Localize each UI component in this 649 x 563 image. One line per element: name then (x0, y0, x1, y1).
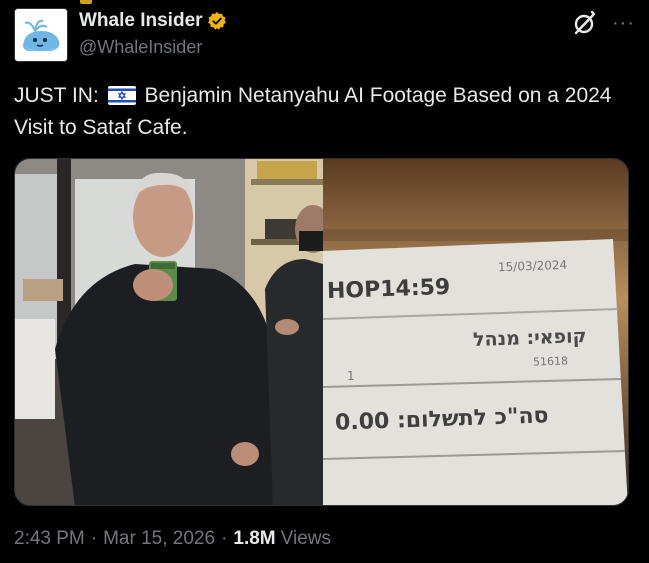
receipt-count: 1 (347, 369, 355, 383)
photo-receipt[interactable]: HOP14:59 15/03/2024 קופאי: מנהל 1 51618 … (323, 159, 628, 505)
tweet-date[interactable]: Mar 15, 2026 (103, 528, 215, 550)
receipt-date: 15/03/2024 (497, 257, 568, 275)
views-count[interactable]: 1.8M (233, 528, 275, 550)
handle[interactable]: @WhaleInsider (79, 37, 227, 58)
receipt-total-line: סה"כ לתשלום: 0.00 (334, 403, 549, 436)
tweet-text-body: Benjamin Netanyahu AI Footage Based on a… (14, 84, 612, 139)
avatar[interactable] (14, 8, 68, 62)
meta-separator: · (221, 528, 228, 549)
photo-man-drinking-coffee[interactable] (15, 159, 323, 505)
tweet-meta: 2:43 PM · Mar 15, 2026 · 1.8M Views (14, 528, 331, 550)
more-icon[interactable]: ··· (612, 13, 635, 33)
tweet-time[interactable]: 2:43 PM (14, 528, 85, 550)
israel-flag-icon (107, 83, 136, 105)
views-label: Views (280, 528, 331, 549)
meta-separator: · (90, 528, 98, 549)
tweet-text-prefix: JUST IN: (14, 84, 99, 107)
previous-post-badge-sliver (80, 0, 92, 4)
receipt-cashier: קופאי: מנהל (472, 325, 587, 351)
display-name[interactable]: Whale Insider (79, 10, 203, 32)
grok-icon[interactable] (572, 10, 598, 36)
tweet-media[interactable]: HOP14:59 15/03/2024 קופאי: מנהל 1 51618 … (14, 158, 629, 506)
verified-badge-icon[interactable] (207, 11, 227, 31)
tweet-header: Whale Insider @WhaleInsider ··· (14, 8, 635, 64)
receipt-sub-number: 51618 (532, 354, 569, 369)
whale-logo-icon (15, 9, 67, 61)
tweet-text: JUST IN: Benjamin Netanyahu AI Footage B… (14, 80, 624, 144)
receipt-shop-time: HOP14:59 (326, 274, 451, 305)
receipt-text-overlay: HOP14:59 15/03/2024 קופאי: מנהל 1 51618 … (323, 159, 628, 505)
